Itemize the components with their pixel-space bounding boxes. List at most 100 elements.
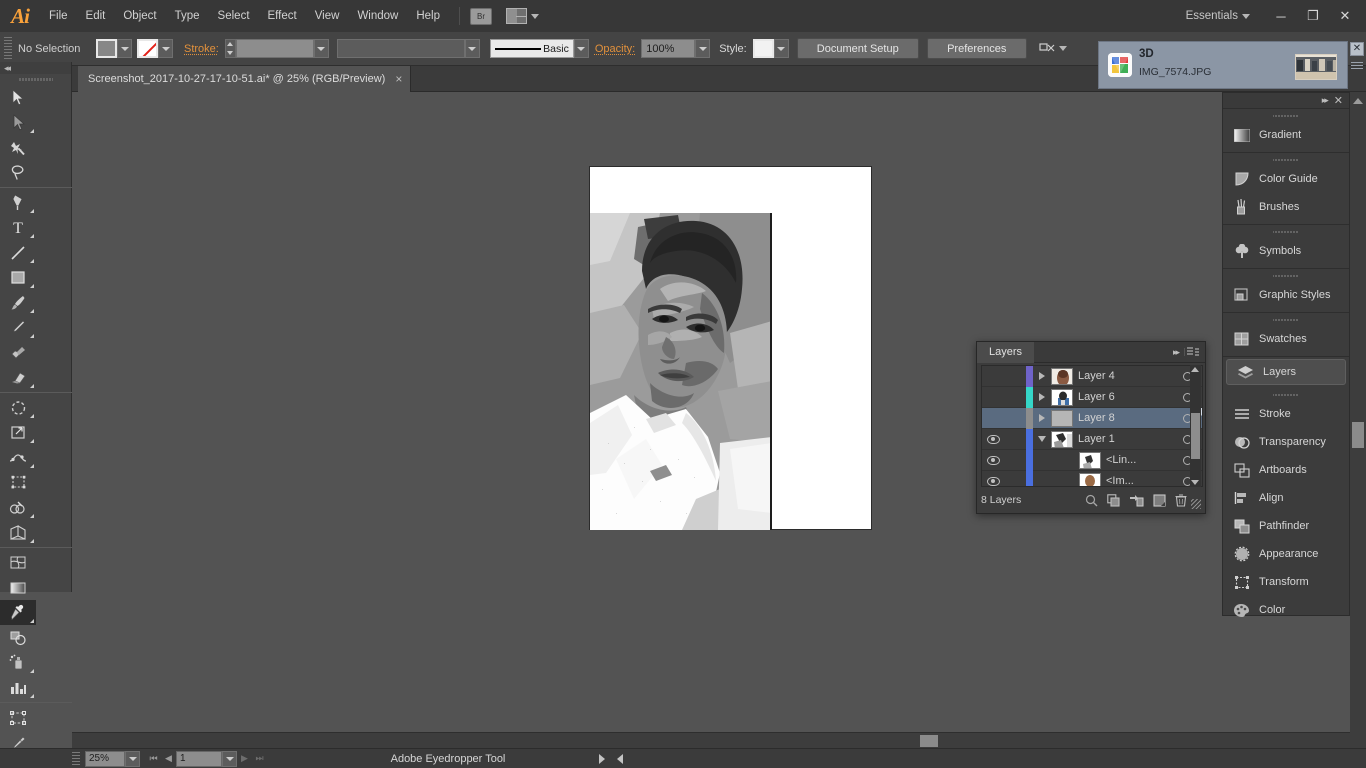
control-bar-grip[interactable] [4,36,12,61]
menu-help[interactable]: Help [407,0,449,32]
stroke-weight-field[interactable] [235,39,314,58]
perspective-grid-tool[interactable] [0,520,36,545]
rotate-tool[interactable] [0,395,36,420]
delete-selection-icon[interactable] [1175,493,1187,507]
dock-item-swatches[interactable]: Swatches [1223,325,1349,353]
layer-row[interactable]: <Lin... [982,449,1202,471]
artboard-dropdown-icon[interactable] [222,750,237,767]
restore-button[interactable]: ❐ [1298,5,1328,27]
dock-group-grip[interactable] [1273,271,1299,280]
pen-tool[interactable] [0,190,36,215]
menu-select[interactable]: Select [209,0,259,32]
lasso-tool[interactable] [0,160,36,185]
stroke-weight-stepper[interactable] [224,39,236,58]
dock-item-gradient[interactable]: Gradient [1223,121,1349,149]
layer-row[interactable]: Layer 1 [982,428,1202,450]
horizontal-scrollbar[interactable] [72,732,1350,748]
blob-brush-tool[interactable] [0,340,36,365]
layer-row[interactable]: Layer 8 [982,407,1202,429]
direct-selection-tool[interactable] [0,110,36,135]
file-notification-panel[interactable]: 3D IMG_7574.JPG [1098,41,1348,89]
layer-row[interactable]: <Im... [982,470,1202,486]
expand-panel-icon[interactable]: ▸▸ [1173,347,1180,358]
dock-item-color-guide[interactable]: Color Guide [1223,165,1349,193]
close-button[interactable]: ✕ [1330,5,1360,27]
dock-item-brushes[interactable]: Brushes [1223,193,1349,221]
select-similar-icon[interactable] [1039,42,1055,56]
dock-group-grip[interactable] [1273,227,1299,236]
panel-resize-handle[interactable] [1191,499,1201,509]
horizontal-scrollbar-thumb[interactable] [920,735,938,747]
stroke-swatch-none[interactable] [137,39,158,58]
layers-list[interactable]: Layer 4 Layer 6 Layer 8 Layer 1 <Lin... … [981,365,1203,487]
fill-dropdown-icon[interactable] [117,39,132,58]
expand-layer-icon[interactable] [1033,414,1051,422]
collapse-layer-icon[interactable] [1033,436,1051,442]
dock-item-symbols[interactable]: Symbols [1223,237,1349,265]
layer-name[interactable]: <Im... [1106,475,1172,486]
artboard-tool[interactable] [0,705,36,730]
stroke-control[interactable] [137,39,173,58]
expand-layer-icon[interactable] [1033,393,1051,401]
workspace-switcher[interactable]: Essentials ─ ❐ ✕ [1186,5,1366,27]
dock-scrollbar-thumb[interactable] [1352,422,1364,448]
layers-scrollbar[interactable] [1190,365,1201,487]
scroll-up-icon[interactable] [1191,367,1199,372]
mesh-tool[interactable] [0,550,36,575]
stroke-profile-field[interactable] [336,39,465,58]
rectangle-tool[interactable] [0,265,36,290]
fill-swatch[interactable] [96,39,117,58]
status-expand-icon[interactable] [617,753,623,764]
notification-menu-icon[interactable] [1351,62,1363,71]
document-setup-button[interactable]: Document Setup [796,38,919,59]
gradient-tool[interactable] [0,575,36,600]
dock-item-layers[interactable]: Layers [1226,359,1346,385]
arrange-documents-icon[interactable] [506,8,527,24]
menu-window[interactable]: Window [348,0,407,32]
notification-close-button[interactable]: ✕ [1350,42,1364,56]
chevron-down-icon[interactable] [1058,46,1067,51]
menu-view[interactable]: View [306,0,349,32]
stroke-weight-dropdown-icon[interactable] [313,39,329,58]
paintbrush-tool[interactable] [0,290,36,315]
shape-builder-tool[interactable] [0,495,36,520]
graphic-style-swatch[interactable] [752,39,774,58]
tools-panel-grip[interactable] [18,74,53,85]
dock-group-grip[interactable] [1273,155,1299,164]
visibility-toggle[interactable] [982,476,1004,486]
width-tool[interactable] [0,445,36,470]
layer-name[interactable]: Layer 1 [1078,433,1172,445]
dock-item-stroke[interactable]: Stroke [1223,400,1349,428]
tab-layers[interactable]: Layers [977,341,1035,363]
current-tool-status[interactable]: Adobe Eyedropper Tool [303,753,593,765]
menu-file[interactable]: File [40,0,77,32]
stroke-dropdown-icon[interactable] [158,39,173,58]
line-segment-tool[interactable] [0,240,36,265]
visibility-toggle[interactable] [982,455,1004,465]
layer-name[interactable]: Layer 4 [1078,370,1172,382]
eraser-tool[interactable] [0,365,36,390]
menu-effect[interactable]: Effect [259,0,306,32]
last-artboard-button[interactable]: ⏭ [252,751,267,767]
dock-group-grip[interactable] [1273,390,1299,399]
menu-object[interactable]: Object [114,0,165,32]
layers-scrollbar-thumb[interactable] [1191,413,1200,459]
panel-menu-icon[interactable] [1184,347,1200,357]
style-dropdown-icon[interactable] [773,39,789,58]
dock-item-color[interactable]: Color [1223,596,1349,624]
close-icon[interactable]: ✕ [1334,94,1343,107]
magic-wand-tool[interactable] [0,135,36,160]
expand-dock-icon[interactable]: ▸▸ [1322,95,1329,106]
selection-tool[interactable] [0,85,36,110]
zoom-level-dropdown-icon[interactable] [125,750,140,767]
dock-scrollbar[interactable] [1350,92,1366,748]
free-transform-tool[interactable] [0,470,36,495]
dock-item-graphic-styles[interactable]: Graphic Styles [1223,281,1349,309]
visibility-toggle[interactable] [982,434,1004,444]
opacity-field[interactable]: 100% [641,39,696,58]
layer-name[interactable]: <Lin... [1106,454,1172,466]
layers-panel[interactable]: Layers ▸▸ Layer 4 Layer 6 Layer 8 Layer … [976,341,1206,514]
previous-artboard-button[interactable]: ◀ [161,751,176,767]
scroll-up-icon[interactable] [1353,98,1363,104]
status-menu-icon[interactable] [599,753,605,764]
